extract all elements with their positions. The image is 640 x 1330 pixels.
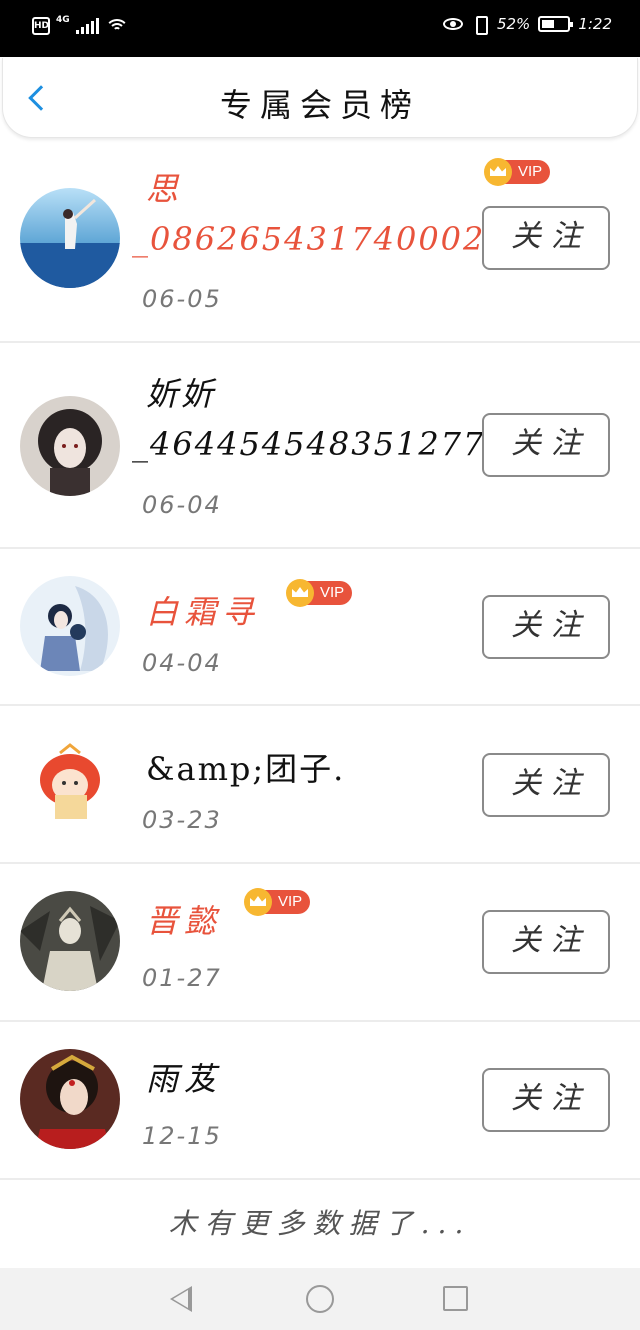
join-date: 12-15 bbox=[142, 1122, 222, 1150]
vip-badge: VIP bbox=[286, 579, 353, 607]
follow-button[interactable]: 关注 bbox=[482, 413, 610, 477]
member-name: 晋懿 bbox=[146, 902, 223, 940]
join-date: 06-05 bbox=[142, 285, 222, 313]
join-date: 01-27 bbox=[142, 964, 222, 992]
list-item[interactable]: 妡妡 _46445454835127743 06-04 关注 bbox=[0, 343, 640, 549]
status-left: HD 4G bbox=[32, 15, 129, 35]
avatar-cartoon-red-icon[interactable] bbox=[20, 735, 120, 835]
page-title: 专属会员榜 bbox=[219, 86, 420, 124]
vip-badge: VIP bbox=[484, 158, 551, 186]
avatar-dark-hair-girl-icon[interactable] bbox=[20, 396, 120, 496]
member-list: 思 _086265431740002841 06-05 VIP 关注 妡妡 _4… bbox=[0, 140, 640, 1180]
join-date: 06-04 bbox=[142, 491, 222, 519]
join-date: 04-04 bbox=[142, 649, 222, 677]
status-bar: HD 4G 52% 1:22 bbox=[0, 0, 640, 57]
join-date: 03-23 bbox=[142, 806, 222, 834]
member-name: 白霜寻 bbox=[146, 593, 261, 631]
follow-button[interactable]: 关注 bbox=[482, 595, 610, 659]
list-item[interactable]: &amp;团子. 03-23 关注 bbox=[0, 706, 640, 864]
clock: 1:22 bbox=[578, 15, 612, 33]
list-item[interactable]: 雨芨 12-15 关注 bbox=[0, 1022, 640, 1180]
crown-icon bbox=[286, 579, 314, 607]
battery-percent: 52% bbox=[496, 15, 531, 33]
avatar-anime-blue-icon[interactable] bbox=[20, 576, 120, 676]
nav-home-icon[interactable] bbox=[306, 1285, 334, 1313]
signal-icon bbox=[75, 18, 99, 34]
follow-button[interactable]: 关注 bbox=[482, 910, 610, 974]
hd-icon: HD bbox=[32, 17, 50, 35]
avatar-red-costume-icon[interactable] bbox=[20, 1049, 120, 1149]
member-name: 思 bbox=[146, 170, 182, 208]
crown-icon bbox=[484, 158, 512, 186]
member-name: 雨芨 bbox=[146, 1060, 223, 1098]
member-name: 妡妡 bbox=[146, 375, 217, 413]
member-id: _46445454835127743 bbox=[132, 425, 531, 463]
list-item[interactable]: 思 _086265431740002841 06-05 VIP 关注 bbox=[0, 140, 640, 343]
status-right: 52% 1:22 bbox=[442, 15, 612, 35]
vibrate-icon bbox=[471, 15, 489, 35]
no-more-data-text: 木有更多数据了... bbox=[168, 1207, 472, 1240]
member-name: &amp;团子. bbox=[146, 750, 346, 788]
network-type: 4G bbox=[56, 15, 70, 25]
wifi-icon bbox=[104, 17, 129, 35]
vip-badge: VIP bbox=[244, 888, 311, 916]
list-item[interactable]: 晋懿 VIP 01-27 关注 bbox=[0, 864, 640, 1022]
nav-back-icon[interactable] bbox=[170, 1286, 192, 1312]
header: 专属会员榜 bbox=[2, 58, 638, 138]
crown-icon bbox=[244, 888, 272, 916]
follow-button[interactable]: 关注 bbox=[482, 206, 610, 270]
avatar-girl-sea-icon[interactable] bbox=[20, 188, 120, 288]
follow-button[interactable]: 关注 bbox=[482, 753, 610, 817]
nav-recent-apps-icon[interactable] bbox=[443, 1286, 468, 1311]
follow-button[interactable]: 关注 bbox=[482, 1068, 610, 1132]
battery-icon bbox=[538, 16, 574, 32]
eye-comfort-icon bbox=[442, 18, 463, 30]
system-nav-bar bbox=[0, 1268, 640, 1330]
avatar-white-warrior-icon[interactable] bbox=[20, 891, 120, 991]
list-item[interactable]: 白霜寻 VIP 04-04 关注 bbox=[0, 549, 640, 706]
